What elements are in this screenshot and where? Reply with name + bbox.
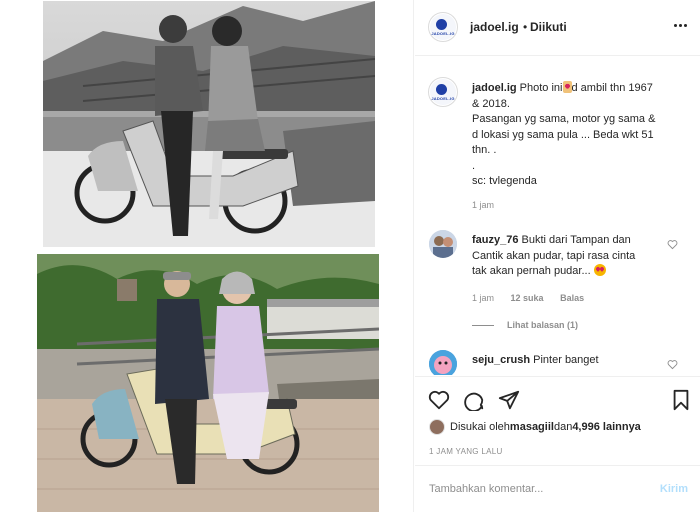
comment-text: fauzy_76 Bukti dari Tampan dan Cantik ak…: [472, 233, 662, 280]
replies-dash: [472, 325, 494, 327]
photo-2018: [37, 254, 379, 512]
follow-status-button[interactable]: Diikuti: [530, 20, 567, 34]
hand-emoji-icon: [562, 81, 572, 93]
caption-time: 1 jam: [472, 199, 495, 210]
comment-line-1: fauzy_76 Bukti dari Tampan dan: [472, 233, 662, 249]
heart-eyes-emoji-icon: [593, 264, 606, 276]
comment-username[interactable]: fauzy_76: [472, 234, 518, 246]
post-media[interactable]: [0, 0, 414, 512]
share-icon[interactable]: [498, 389, 520, 411]
photo-2018-image: [37, 254, 379, 512]
caption-line-4: d lokasi yg sama pula ... Beda wkt 51: [472, 128, 654, 141]
caption-line-3: Pasangan yg sama, motor yg sama &: [472, 113, 656, 125]
comment-time: 1 jam: [472, 293, 495, 303]
comment-likes[interactable]: 12 suka: [511, 293, 544, 303]
comments-section[interactable]: JADOEL.IG jadoel.ig Photo ini d ambil thn…: [415, 57, 700, 375]
comment-line-1: seju_crush Pinter banget: [472, 353, 662, 369]
post-timestamp[interactable]: 1 JAM YANG LALU: [429, 447, 503, 456]
view-replies-link[interactable]: Lihat balasan (1): [472, 320, 578, 330]
comment-reply-button[interactable]: Balas: [560, 293, 584, 303]
caption-text-1a: Photo ini: [516, 82, 563, 94]
more-options-icon[interactable]: [672, 18, 688, 32]
comment-text-3: tak akan pernah pudar...: [472, 265, 591, 277]
profile-username[interactable]: jadoel.ig: [470, 20, 519, 34]
post-details-panel: JADOEL.IG jadoel.ig • Diikuti JADOEL.IG …: [415, 0, 700, 512]
jadoel-logo-icon: JADOEL.IG: [430, 79, 456, 105]
logo-dot: [436, 19, 447, 30]
jadoel-logo-icon: JADOEL.IG: [430, 14, 456, 40]
comment-line-3: tak akan pernah pudar...: [472, 264, 662, 280]
comment-input[interactable]: [429, 478, 649, 500]
liked-by-middle: dan: [553, 421, 573, 433]
post-header: JADOEL.IG jadoel.ig • Diikuti: [415, 0, 700, 56]
liked-by-prefix: Disukai oleh: [450, 421, 510, 433]
comment-text-1: Pinter banget: [530, 354, 599, 366]
caption-avatar[interactable]: JADOEL.IG: [428, 77, 458, 107]
comment-like-heart-icon[interactable]: [667, 359, 678, 370]
liked-by-avatar[interactable]: [429, 419, 445, 435]
comment-text: seju_crush Pinter banget: [472, 353, 662, 369]
caption-line-2: & 2018.: [472, 97, 510, 110]
comment-avatar-image: [429, 230, 457, 258]
comment-avatar-image: [429, 350, 457, 375]
caption-line-1: jadoel.ig Photo ini d ambil thn 1967: [472, 81, 687, 97]
liked-by: Disukai oleh masagiil dan 4,996 lainnya: [429, 419, 641, 435]
liked-by-user[interactable]: masagiil: [510, 421, 554, 433]
logo-text: JADOEL.IG: [431, 31, 455, 36]
logo-text: JADOEL.IG: [431, 96, 455, 101]
caption-line-5: thn. .: [472, 144, 497, 156]
photo-1967: [43, 1, 375, 247]
liked-by-count[interactable]: 4,996 lainnya: [572, 421, 641, 433]
post-caption: jadoel.ig Photo ini d ambil thn 1967 & 20…: [472, 81, 687, 213]
heart-icon[interactable]: [428, 389, 450, 411]
comment-icon[interactable]: [463, 389, 485, 411]
comment-avatar[interactable]: [429, 230, 457, 258]
caption-username[interactable]: jadoel.ig: [472, 82, 517, 94]
logo-dot: [436, 84, 447, 95]
caption-line-6: .: [472, 159, 476, 172]
comment-username[interactable]: seju_crush: [472, 354, 530, 366]
photo-1967-image: [43, 1, 375, 247]
caption-text-1b: d ambil thn 1967: [571, 82, 653, 94]
header-separator: •: [523, 20, 528, 34]
add-comment-bar: Kirim: [415, 465, 700, 512]
profile-avatar[interactable]: JADOEL.IG: [428, 12, 458, 42]
comment-text-1: Bukti dari Tampan dan: [518, 234, 631, 246]
post-actions: Disukai oleh masagiil dan 4,996 lainnya …: [415, 376, 700, 471]
bookmark-icon[interactable]: [670, 389, 692, 411]
view-replies-label: Lihat balasan (1): [507, 320, 579, 330]
comment-avatar[interactable]: [429, 350, 457, 375]
post-comment-button[interactable]: Kirim: [660, 483, 688, 495]
comment-meta: 1 jam 12 suka Balas: [472, 293, 598, 303]
caption-line-7: sc: tvlegenda: [472, 175, 537, 187]
comment-line-2: Cantik akan pudar, tapi rasa cinta: [472, 249, 636, 262]
comment-like-heart-icon[interactable]: [667, 239, 678, 250]
